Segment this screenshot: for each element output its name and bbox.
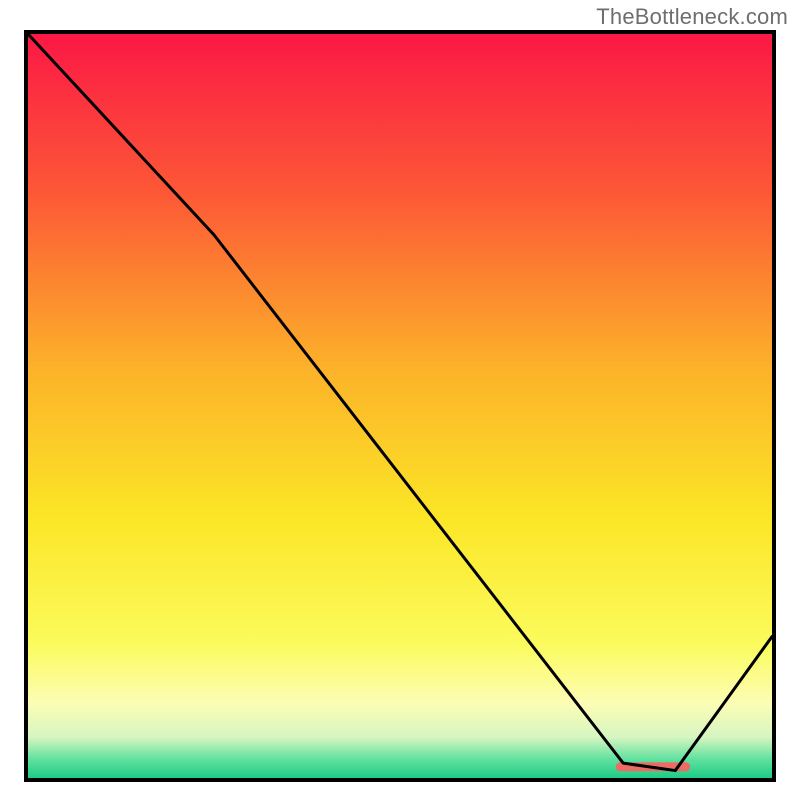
watermark-text: TheBottleneck.com	[596, 4, 788, 30]
plot-area	[24, 30, 776, 782]
gradient-background	[28, 34, 772, 778]
chart-svg	[28, 34, 772, 778]
chart-frame: TheBottleneck.com	[0, 0, 800, 800]
